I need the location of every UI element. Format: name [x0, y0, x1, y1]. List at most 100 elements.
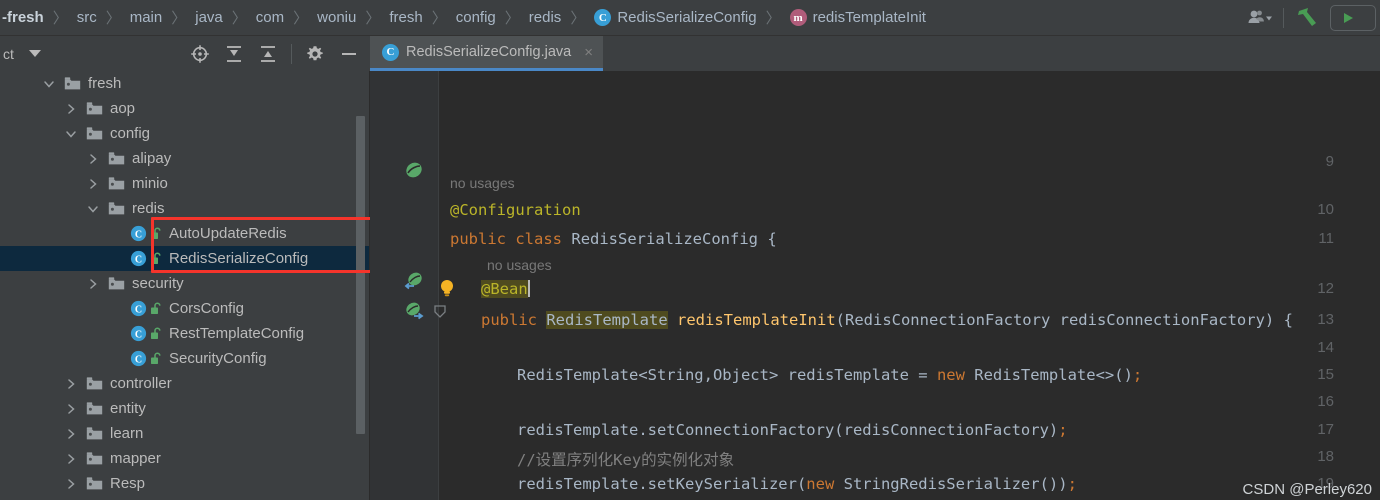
folder-icon: [108, 201, 125, 216]
settings-gear-icon[interactable]: [298, 39, 332, 69]
tree-item-securityconfig[interactable]: C SecurityConfig: [0, 346, 370, 371]
tree-item-resp[interactable]: Resp: [0, 471, 370, 496]
folder-icon: [64, 76, 81, 91]
tree-item-entity[interactable]: entity: [0, 396, 370, 421]
project-panel-title: ct: [3, 45, 14, 62]
breadcrumb-separator: 〉: [431, 10, 447, 27]
breadcrumb-item-redis[interactable]: redis: [529, 9, 562, 26]
editor-tabstrip: C RedisSerializeConfig.java ×: [370, 36, 1380, 71]
svg-text:C: C: [135, 254, 142, 265]
breadcrumb-item-class[interactable]: C RedisSerializeConfig: [594, 9, 757, 26]
breadcrumb-item-com[interactable]: com: [256, 9, 284, 26]
tree-item-label: mapper: [110, 450, 161, 467]
chevron-right-icon[interactable]: [86, 177, 100, 191]
tree-item-minio[interactable]: minio: [0, 171, 370, 196]
chevron-right-icon[interactable]: [64, 377, 78, 391]
svg-text:C: C: [135, 229, 142, 240]
spring-bean-arrow-left-icon[interactable]: [404, 271, 424, 291]
tree-item-redisserializeconfig[interactable]: C RedisSerializeConfig: [0, 246, 370, 271]
chevron-down-icon[interactable]: [64, 127, 78, 141]
code-line-19: redisTemplate.setKeySerializer(new Strin…: [517, 475, 1077, 493]
keyword-token: class: [515, 230, 563, 248]
breadcrumb-item-method[interactable]: m redisTemplateInit: [789, 9, 926, 26]
chevron-right-icon[interactable]: [86, 152, 100, 166]
folder-icon: [86, 451, 103, 466]
idea-window: -fresh 〉 src 〉 main 〉 java 〉 com 〉 woniu…: [0, 0, 1380, 500]
semicolon-token: ;: [1067, 475, 1077, 493]
tree-item-mapper[interactable]: mapper: [0, 446, 370, 471]
collapse-all-icon[interactable]: [251, 39, 285, 69]
hide-panel-icon[interactable]: [332, 39, 366, 69]
code-line-13: public RedisTemplate redisTemplateInit(R…: [481, 311, 1293, 329]
tree-item-alipay[interactable]: alipay: [0, 146, 370, 171]
tree-item-controller[interactable]: controller: [0, 371, 370, 396]
code-token: redisTemplate.setConnectionFactory(redis…: [517, 421, 1059, 439]
chevron-right-icon[interactable]: [64, 402, 78, 416]
usage-hint: no usages: [450, 175, 515, 191]
tree-item-resttemplateconfig[interactable]: C RestTemplateConfig: [0, 321, 370, 346]
intention-bulb-icon[interactable]: [436, 277, 458, 304]
breadcrumb-label: RedisSerializeConfig: [617, 9, 757, 26]
tree-item-corsconfig[interactable]: C CorsConfig: [0, 296, 370, 321]
chevron-right-icon[interactable]: [64, 102, 78, 116]
chevron-right-icon[interactable]: [86, 277, 100, 291]
public-unlock-icon: [150, 252, 162, 265]
tree-item-label: entity: [110, 400, 146, 417]
svg-text:C: C: [135, 329, 142, 340]
tree-item-config[interactable]: config: [0, 121, 370, 146]
tree-item-label: SecurityConfig: [169, 350, 267, 367]
user-icon[interactable]: [1243, 3, 1277, 33]
tab-redisserializeconfig[interactable]: C RedisSerializeConfig.java ×: [370, 36, 603, 71]
folder-icon: [86, 101, 103, 116]
breadcrumb-separator: 〉: [570, 10, 586, 27]
breadcrumb-item-project[interactable]: -fresh: [0, 9, 44, 26]
code-content[interactable]: no usages @Configuration public class Re…: [439, 71, 1380, 500]
tree-item-label: CorsConfig: [169, 300, 245, 317]
chevron-right-icon[interactable]: [64, 477, 78, 491]
breadcrumb-label: com: [255, 9, 285, 26]
public-unlock-icon: [150, 352, 162, 365]
spring-bean-arrow-right-icon[interactable]: [404, 301, 424, 321]
tree-item-fresh[interactable]: fresh: [0, 71, 370, 96]
tree-scrollbar[interactable]: [356, 116, 365, 434]
chevron-down-icon[interactable]: [86, 202, 100, 216]
tree-item-label: controller: [110, 375, 172, 392]
code-token: RedisTemplate<String,Object> redisTempla…: [517, 366, 937, 384]
breadcrumb-item-fresh[interactable]: fresh: [389, 9, 422, 26]
tree-item-label: config: [110, 125, 151, 142]
chevron-down-icon[interactable]: [42, 77, 56, 91]
project-tree[interactable]: fresh aop config alipay minio redis C AutoUpdat…: [0, 71, 370, 500]
tree-item-autoupdateredis[interactable]: C AutoUpdateRedis: [0, 221, 370, 246]
chevron-right-icon[interactable]: [64, 427, 78, 441]
code-editor[interactable]: 910111213141516171819202122: [370, 71, 1380, 500]
breadcrumb-label: woniu: [317, 9, 357, 26]
public-unlock-icon: [150, 302, 162, 315]
tree-item-learn[interactable]: learn: [0, 421, 370, 446]
tree-item-aop[interactable]: aop: [0, 96, 370, 121]
breadcrumb-item-main[interactable]: main: [130, 9, 163, 26]
breadcrumb-item-config[interactable]: config: [456, 9, 496, 26]
expand-all-icon[interactable]: [217, 39, 251, 69]
hammer-icon[interactable]: [1290, 3, 1324, 33]
breadcrumb-label: main: [129, 9, 163, 26]
tree-item-security[interactable]: security: [0, 271, 370, 296]
code-line-17: redisTemplate.setConnectionFactory(redis…: [517, 421, 1068, 439]
run-button[interactable]: [1330, 4, 1376, 31]
tree-item-redis[interactable]: redis: [0, 196, 370, 221]
locate-target-icon[interactable]: [183, 39, 217, 69]
toolbar-divider: [1283, 7, 1284, 28]
tree-item-label: redis: [132, 200, 165, 217]
close-icon[interactable]: ×: [584, 44, 593, 61]
breadcrumb-item-woniu[interactable]: woniu: [317, 9, 356, 26]
chevron-down-icon[interactable]: [28, 45, 42, 63]
spring-bean-icon[interactable]: [404, 160, 424, 180]
project-panel-actions: [183, 39, 366, 69]
chevron-right-icon[interactable]: [64, 452, 78, 466]
breadcrumb-item-src[interactable]: src: [77, 9, 97, 26]
breadcrumb-separator: 〉: [504, 10, 520, 27]
breadcrumb-item-java[interactable]: java: [195, 9, 223, 26]
breadcrumb-label: -fresh: [2, 9, 44, 26]
java-class-icon: C: [130, 300, 147, 317]
